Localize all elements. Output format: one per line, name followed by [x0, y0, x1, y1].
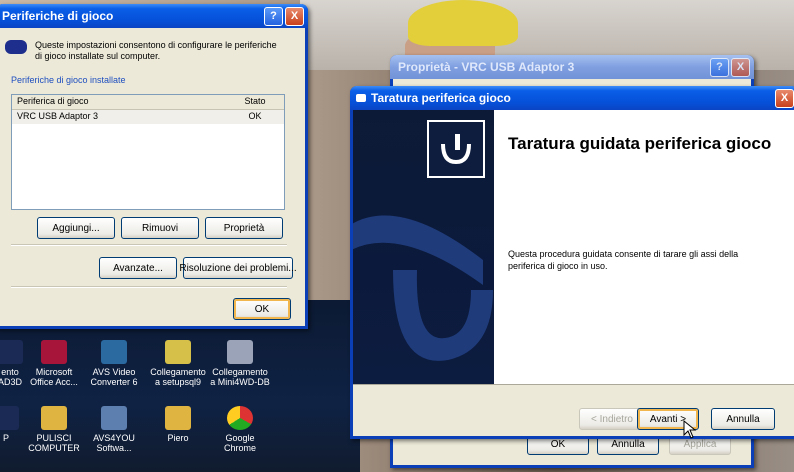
desktop-icon-label: P: [2, 433, 9, 443]
chrome-icon: [227, 406, 253, 430]
desktop-icon-label: Collegamento a setupsql9: [150, 367, 206, 387]
folder-icon: [165, 406, 191, 430]
ok-button[interactable]: OK: [233, 298, 291, 320]
desktop-icon-label: AVS Video Converter 6: [90, 367, 138, 387]
cancel-button[interactable]: Annulla: [711, 408, 775, 430]
wizard-main-panel: Taratura guidata periferica gioco Questa…: [494, 110, 794, 384]
close-button[interactable]: X: [285, 7, 304, 26]
help-button[interactable]: ?: [264, 7, 283, 26]
avs4you-icon: [101, 406, 127, 430]
divider: [353, 384, 794, 385]
list-item[interactable]: VRC USB Adaptor 3 OK: [12, 110, 284, 124]
advanced-button[interactable]: Avanzate...: [99, 257, 177, 279]
troubleshoot-button[interactable]: Risoluzione dei problemi...: [179, 257, 297, 279]
wizard-titlebar[interactable]: Taratura periferica gioco X: [350, 86, 794, 110]
window-title: Periferiche di gioco: [2, 9, 114, 23]
back-button[interactable]: < Indietro: [579, 408, 645, 430]
wizard-side-panel: [353, 110, 494, 384]
device-name: VRC USB Adaptor 3: [17, 111, 99, 121]
desktop-icon-mini4wd[interactable]: Collegamento a Mini4WD-DB: [208, 340, 272, 387]
desktop-icon-access[interactable]: Microsoft Office Acc...: [22, 340, 86, 387]
device-status: OK: [248, 111, 262, 121]
desktop-icon-chrome[interactable]: Google Chrome: [208, 406, 272, 453]
desktop-icon-label: AVS4YOU Softwa...: [93, 433, 135, 453]
desktop-icon-piero[interactable]: Piero: [146, 406, 210, 443]
avs-video-icon: [101, 340, 127, 364]
divider: [11, 244, 287, 246]
divider: [11, 286, 287, 288]
desktop-icon-avs-video[interactable]: AVS Video Converter 6: [82, 340, 146, 387]
help-button[interactable]: ?: [710, 58, 729, 77]
setup-icon: [165, 340, 191, 364]
desktop-icon-label: Microsoft Office Acc...: [30, 367, 78, 387]
window-title: Proprietà - VRC USB Adaptor 3: [398, 60, 575, 74]
properties-button[interactable]: Proprietà: [205, 217, 283, 239]
description-text: Queste impostazioni consentono di config…: [35, 40, 277, 61]
desktop-icon-label: Collegamento a Mini4WD-DB: [210, 367, 270, 387]
game-controllers-titlebar[interactable]: Periferiche di gioco ? X: [0, 4, 308, 28]
desktop-icon-pulisci[interactable]: PULISCI COMPUTER: [22, 406, 86, 453]
close-button[interactable]: X: [731, 58, 750, 77]
desktop-icon-setupsql9[interactable]: Collegamento a setupsql9: [146, 340, 210, 387]
desktop-icon-avs4you[interactable]: AVS4YOU Softwa...: [82, 406, 146, 453]
close-button[interactable]: X: [775, 89, 794, 108]
desktop-icon-label: Google Chrome: [223, 433, 256, 453]
calibration-wizard-window: Taratura periferica gioco X Taratura gui…: [350, 86, 794, 439]
column-header-status[interactable]: Stato: [226, 95, 284, 109]
wizard-description: Questa procedura guidata consente di tar…: [508, 249, 739, 271]
access-icon: [41, 340, 67, 364]
folder-icon: [41, 406, 67, 430]
joystick-icon: [356, 94, 366, 102]
desktop-icon-label: ento AD3D: [0, 367, 22, 387]
desktop-icon-label: Piero: [167, 433, 189, 443]
desktop-icon-label: PULISCI COMPUTER: [28, 433, 80, 453]
joystick-icon: [5, 40, 27, 54]
wizard-heading: Taratura guidata periferica gioco: [508, 134, 772, 153]
window-title: Taratura periferica gioco: [371, 91, 511, 105]
column-header-device[interactable]: Periferica di gioco: [12, 95, 226, 109]
remove-button[interactable]: Rimuovi: [121, 217, 199, 239]
background-hat: [408, 0, 518, 46]
mini4wd-icon: [227, 340, 253, 364]
calibration-icon: [427, 120, 485, 178]
group-label: Periferiche di gioco installate: [11, 75, 126, 85]
properties-titlebar[interactable]: Proprietà - VRC USB Adaptor 3 ? X: [390, 55, 754, 79]
add-button[interactable]: Aggiungi...: [37, 217, 115, 239]
mouse-cursor-icon: [683, 420, 697, 439]
controllers-list[interactable]: Periferica di gioco Stato VRC USB Adapto…: [11, 94, 285, 210]
game-controllers-window: Periferiche di gioco ? X Queste impostaz…: [0, 4, 308, 329]
list-header: Periferica di gioco Stato: [12, 95, 284, 110]
